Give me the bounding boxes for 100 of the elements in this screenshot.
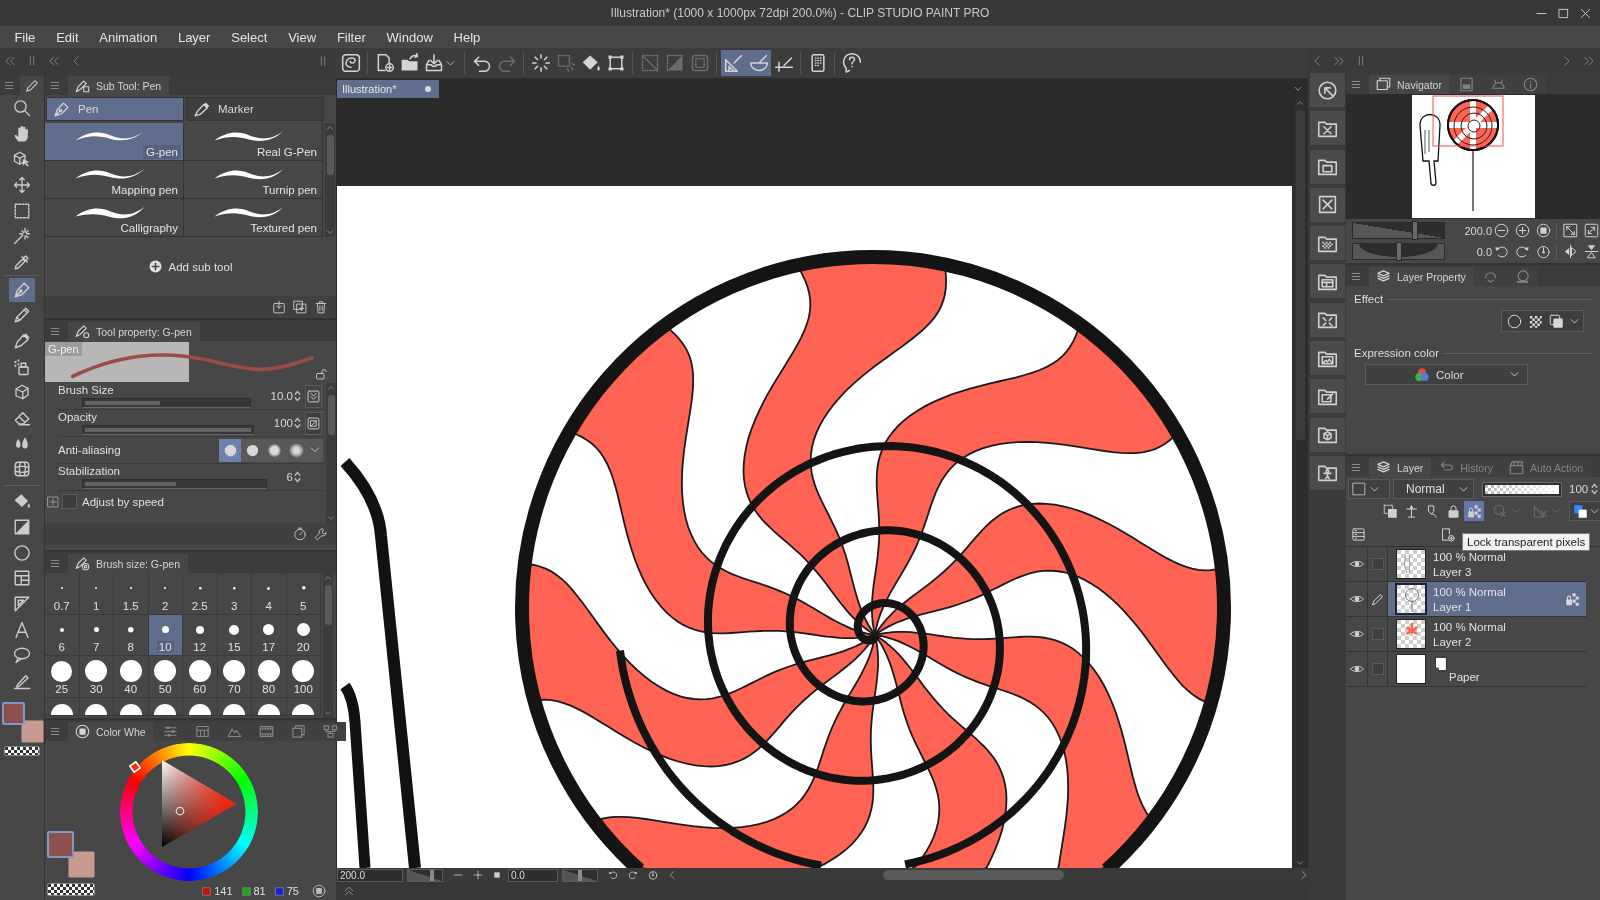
scrollbar[interactable] [326,383,336,523]
sub-color-swatch[interactable] [20,719,44,743]
brush-size-option[interactable]: 2.5 [183,573,218,615]
slider-track[interactable] [82,479,267,489]
brush-size-option[interactable]: 0.7 [45,573,80,615]
expand-icon[interactable] [1584,223,1599,238]
panel-tab[interactable] [282,722,314,741]
anti-aliasing-option[interactable] [219,438,241,462]
color-triangle[interactable] [162,760,236,847]
grip-icon[interactable] [1356,55,1366,66]
menu-item[interactable]: Layer [167,28,221,46]
sub-tool-option[interactable]: G-pen [45,123,183,160]
panel-tab[interactable] [314,722,346,741]
scroll-up-icon[interactable] [1296,100,1304,106]
brush-size-option[interactable]: 25 [45,656,80,698]
brush-size-option[interactable]: 80 [252,656,287,698]
stop-circle-icon[interactable] [1536,223,1551,238]
menu-item[interactable]: Filter [326,28,377,46]
sub-tool-option[interactable]: Real G-Pen [184,123,322,160]
close-icon[interactable] [1580,7,1591,19]
menu-icon[interactable] [1351,272,1361,281]
angle-field[interactable]: 0.0 [508,868,558,882]
grip-icon[interactable] [318,56,328,66]
dial-icon[interactable] [648,870,658,880]
chevron-left-icon[interactable] [1312,55,1322,66]
brush-size-option[interactable]: 60 [183,656,218,698]
toolbar-button[interactable] [746,50,771,76]
panel-tab[interactable]: Tool property: G-pen [68,322,200,341]
panel-tab[interactable] [1482,75,1514,94]
tool-group-tab[interactable]: Marker [186,97,324,121]
hue-marker-icon[interactable] [128,760,142,774]
panel-tab[interactable]: Brush size: G-pen [68,554,189,573]
brush-size-option[interactable]: 1 [79,573,114,615]
maximize-icon[interactable] [1558,7,1569,19]
add-sub-tool-button[interactable]: Add sub tool [144,258,237,275]
zoom-out-icon[interactable] [1494,223,1509,238]
brush-size-option[interactable]: 30 [79,656,114,698]
material-button[interactable] [1309,73,1345,107]
scrollbar[interactable] [323,573,333,718]
chevron-left-icon[interactable] [71,56,81,66]
open-lock-icon[interactable] [315,368,327,380]
rotate-left-icon[interactable] [608,870,618,880]
caret-icon[interactable] [1570,316,1579,326]
spin-arrows-icon[interactable] [294,416,301,430]
material-button[interactable] [1309,226,1345,261]
panel-tab[interactable] [20,76,44,95]
material-button[interactable] [1309,187,1345,222]
panel-tab[interactable] [186,722,218,741]
material-button[interactable] [1309,302,1345,337]
brush-size-option[interactable]: 70 [217,656,252,698]
slider-track[interactable] [82,398,251,408]
scroll-left-icon[interactable] [668,871,676,879]
menu-item[interactable]: Select [220,28,278,46]
import-icon[interactable] [272,300,286,314]
rotate-right-icon[interactable] [1515,244,1530,259]
brush-size-option[interactable]: 40 [114,656,149,698]
new-layer-icon[interactable] [1440,526,1455,542]
square-icon[interactable] [493,871,501,879]
scrollbar-thumb[interactable] [326,135,334,175]
scrollbar-thumb[interactable] [327,395,335,435]
caret-icon[interactable] [1294,85,1302,93]
menu-icon[interactable] [50,81,60,90]
blend-mode-dropdown[interactable]: Normal [1393,479,1474,499]
pressure-toggle[interactable] [305,411,322,435]
layer-row[interactable]: 100 % Normal Layer 1 [1388,582,1586,616]
dial-icon[interactable] [1536,244,1551,259]
brush-size-option[interactable]: 3 [217,573,252,615]
material-button[interactable] [1309,417,1345,452]
transparent-color-swatch[interactable] [47,883,95,896]
dot-icon[interactable] [425,86,431,92]
panel-tab[interactable]: Layer [1369,458,1432,477]
spin-arrows-icon[interactable] [294,389,301,403]
zoom-slider[interactable] [1352,222,1445,239]
duplicate-icon[interactable] [293,300,307,314]
zoom-slider[interactable] [407,868,443,882]
menu-icon[interactable] [50,327,60,336]
spin-arrows-icon[interactable] [294,470,301,484]
scrollbar[interactable] [1294,98,1306,868]
double-chevron-right-icon[interactable] [1334,55,1344,66]
brush-size-option[interactable]: 100 [286,656,321,698]
layer-row[interactable]: 100 % Normal Layer 2 [1388,617,1586,651]
color-marker-icon[interactable] [175,806,185,816]
zoom-in-icon[interactable] [473,870,483,880]
timer-icon[interactable] [293,527,307,541]
brush-size-option[interactable]: 4 [252,573,287,615]
panel-tab[interactable] [250,722,282,741]
rotate-left-icon[interactable] [1494,244,1509,259]
scroll-right-icon[interactable] [1300,871,1308,879]
sub-color-swatch[interactable] [68,851,95,878]
main-color-swatch[interactable] [47,831,74,858]
slider-thumb[interactable] [429,869,434,881]
material-button[interactable] [1309,341,1345,376]
double-chevron-left-icon[interactable] [5,56,15,66]
toolbar-button[interactable] [721,50,746,76]
brush-size-option[interactable]: 5 [286,573,321,615]
panel-tab[interactable] [1450,75,1482,94]
zoom-field[interactable]: 200.0 [337,868,403,882]
menu-icon[interactable] [4,81,14,90]
circle-icon[interactable] [1507,313,1522,329]
double-chevron-left-icon[interactable] [49,56,59,66]
